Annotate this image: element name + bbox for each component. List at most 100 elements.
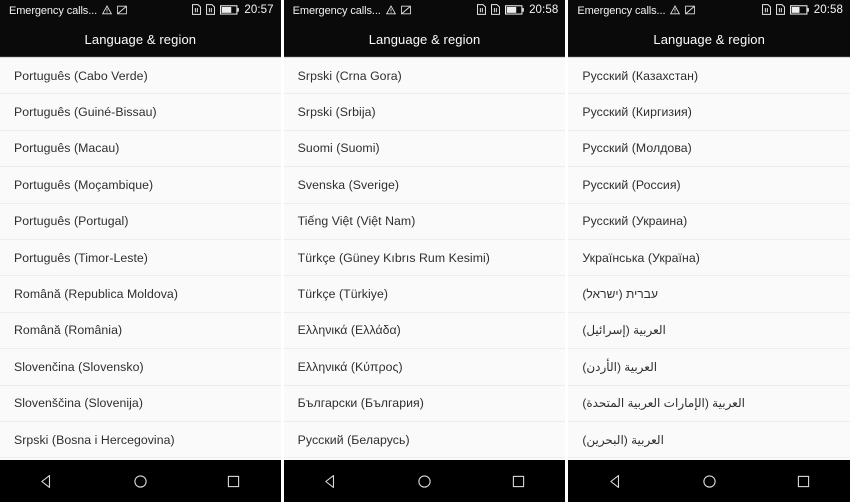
- list-item[interactable]: Türkçe (Türkiye): [283, 276, 566, 313]
- navigation-bar-2: [283, 460, 566, 502]
- carrier-label: Emergency calls...: [292, 4, 381, 17]
- battery-icon: [220, 2, 240, 20]
- status-bar-left-3: Emergency calls...: [577, 2, 761, 20]
- list-item[interactable]: Slovenčina (Slovensko): [0, 349, 281, 386]
- list-item-label: Türkçe (Türkiye): [297, 287, 388, 302]
- list-item[interactable]: Română (Republica Moldova): [0, 276, 281, 313]
- list-item-label: العربية (البحرين): [582, 432, 664, 447]
- list-item[interactable]: Türkçe (Güney Kıbrıs Rum Kesimi): [283, 239, 566, 277]
- list-item-label: עברית (ישראל): [582, 287, 658, 302]
- list-item-label: Български (България): [297, 396, 424, 411]
- sim1-signal-icon: [192, 2, 202, 20]
- back-icon[interactable]: [24, 460, 70, 502]
- list-item-label: Slovenščina (Slovenija): [14, 396, 143, 411]
- list-item-label: Srpski (Crna Gora): [297, 68, 402, 83]
- list-item[interactable]: עברית (ישראל): [568, 276, 850, 313]
- list-item[interactable]: Български (България): [283, 385, 566, 422]
- language-list-3[interactable]: Русский (Казахстан) Русский (Киргизия) Р…: [568, 57, 850, 460]
- screenshot-triptych: Emergency calls... 20:57 Language & regi…: [0, 0, 850, 502]
- list-item-label: العربية (الأردن): [582, 359, 658, 374]
- list-item-label: Türkçe (Güney Kıbrıs Rum Kesimi): [297, 250, 490, 265]
- list-item[interactable]: Українська (Україна): [568, 239, 850, 277]
- list-item[interactable]: Srpski (Srbija): [283, 94, 566, 131]
- battery-icon: [789, 2, 809, 20]
- sim2-signal-icon: [491, 2, 501, 20]
- list-item-label: Українська (Україна): [582, 250, 700, 265]
- home-icon[interactable]: [402, 460, 448, 502]
- back-icon[interactable]: [308, 460, 354, 502]
- battery-icon: [505, 2, 524, 20]
- list-item[interactable]: Português (Timor-Leste): [0, 239, 281, 277]
- list-item[interactable]: Srpski (Bosna i Hercegovina): [0, 421, 281, 459]
- list-item-label: Slovenčina (Slovensko): [14, 359, 144, 374]
- list-item[interactable]: Slovenščina (Slovenija): [0, 385, 281, 422]
- carrier-label: Emergency calls...: [9, 4, 98, 17]
- list-item[interactable]: Русский (Россия): [568, 167, 850, 204]
- list-item[interactable]: Srpski (Crna Gora): [283, 58, 566, 95]
- list-item-label: Português (Moçambique): [14, 177, 154, 192]
- list-item-label: Srpski (Srbija): [297, 105, 376, 120]
- list-item-label: Русский (Россия): [582, 177, 681, 192]
- list-item-label: Português (Cabo Verde): [14, 68, 148, 83]
- list-item-label: Srpski (Bosna i Hercegovina): [14, 432, 175, 447]
- recents-icon[interactable]: [495, 460, 541, 502]
- status-bar-right-2: 20:58: [477, 2, 558, 20]
- list-item-label: العربية (الإمارات العربية المتحدة): [582, 396, 745, 411]
- list-item[interactable]: Português (Portugal): [0, 203, 281, 240]
- navigation-bar-3: [568, 460, 850, 502]
- sim1-signal-icon: [477, 2, 487, 20]
- status-bar-left-2: Emergency calls...: [293, 2, 477, 20]
- warning-triangle-icon: [385, 2, 396, 20]
- list-item[interactable]: Русский (Украина): [568, 203, 850, 240]
- home-icon[interactable]: [117, 460, 163, 502]
- list-item-label: Русский (Киргизия): [582, 105, 692, 120]
- list-item[interactable]: Tiếng Việt (Việt Nam): [283, 203, 566, 240]
- clock-label: 20:58: [813, 4, 844, 17]
- list-item-label: Ελληνικά (Κύπρος): [297, 359, 403, 374]
- list-item[interactable]: Ελληνικά (Κύπρος): [283, 349, 566, 386]
- language-list-1[interactable]: Português (Cabo Verde) Português (Guiné-…: [0, 57, 281, 460]
- home-icon[interactable]: [686, 460, 732, 502]
- list-item-label: Português (Guiné-Bissau): [14, 105, 157, 120]
- status-bar-3: Emergency calls... 20:58: [568, 0, 850, 22]
- list-item-label: Română (România): [14, 323, 123, 338]
- status-bar-right-3: 20:58: [761, 2, 844, 20]
- list-item[interactable]: Português (Guiné-Bissau): [0, 94, 281, 131]
- list-item[interactable]: العربية (الإمارات العربية المتحدة): [568, 385, 850, 422]
- image-broken-icon: [117, 2, 127, 20]
- app-title-bar-2: Language & region: [283, 22, 566, 57]
- status-bar-left-1: Emergency calls...: [9, 2, 192, 20]
- phone-screen-3: Emergency calls... 20:58 Language & regi…: [568, 0, 850, 502]
- list-item[interactable]: Русский (Киргизия): [568, 94, 850, 131]
- list-item[interactable]: العربية (إسرائيل): [568, 312, 850, 350]
- phone-screen-1: Emergency calls... 20:57 Language & regi…: [0, 0, 281, 502]
- list-item[interactable]: Português (Macau): [0, 130, 281, 168]
- list-item-label: Русский (Беларусь): [297, 432, 410, 447]
- back-icon[interactable]: [592, 460, 638, 502]
- list-item[interactable]: Română (România): [0, 312, 281, 350]
- list-item[interactable]: Русский (Беларусь): [283, 421, 566, 459]
- list-item[interactable]: Português (Cabo Verde): [0, 58, 281, 95]
- list-item-label: Suomi (Suomi): [297, 141, 380, 156]
- recents-icon[interactable]: [211, 460, 257, 502]
- page-title: Language & region: [653, 31, 765, 47]
- app-title-bar-1: Language & region: [0, 22, 281, 57]
- list-item[interactable]: Português (Moçambique): [0, 167, 281, 204]
- page-title: Language & region: [84, 31, 197, 47]
- list-item[interactable]: Svenska (Sverige): [283, 167, 566, 204]
- language-list-2[interactable]: Srpski (Crna Gora) Srpski (Srbija) Suomi…: [283, 57, 566, 460]
- list-item-label: Svenska (Sverige): [297, 177, 399, 192]
- list-item[interactable]: Ελληνικά (Ελλάδα): [283, 312, 566, 350]
- list-item[interactable]: Русский (Молдова): [568, 130, 850, 168]
- list-item-label: العربية (إسرائيل): [582, 323, 666, 338]
- clock-label: 20:58: [529, 4, 559, 17]
- page-title: Language & region: [368, 31, 481, 47]
- list-item[interactable]: Suomi (Suomi): [283, 130, 566, 168]
- list-item[interactable]: العربية (الأردن): [568, 349, 850, 386]
- status-bar-right-1: 20:57: [192, 2, 274, 20]
- status-bar-1: Emergency calls... 20:57: [0, 0, 281, 22]
- list-item[interactable]: العربية (البحرين): [568, 421, 850, 459]
- recents-icon[interactable]: [780, 460, 826, 502]
- list-item-label: Português (Timor-Leste): [14, 250, 148, 265]
- list-item[interactable]: Русский (Казахстан): [568, 58, 850, 95]
